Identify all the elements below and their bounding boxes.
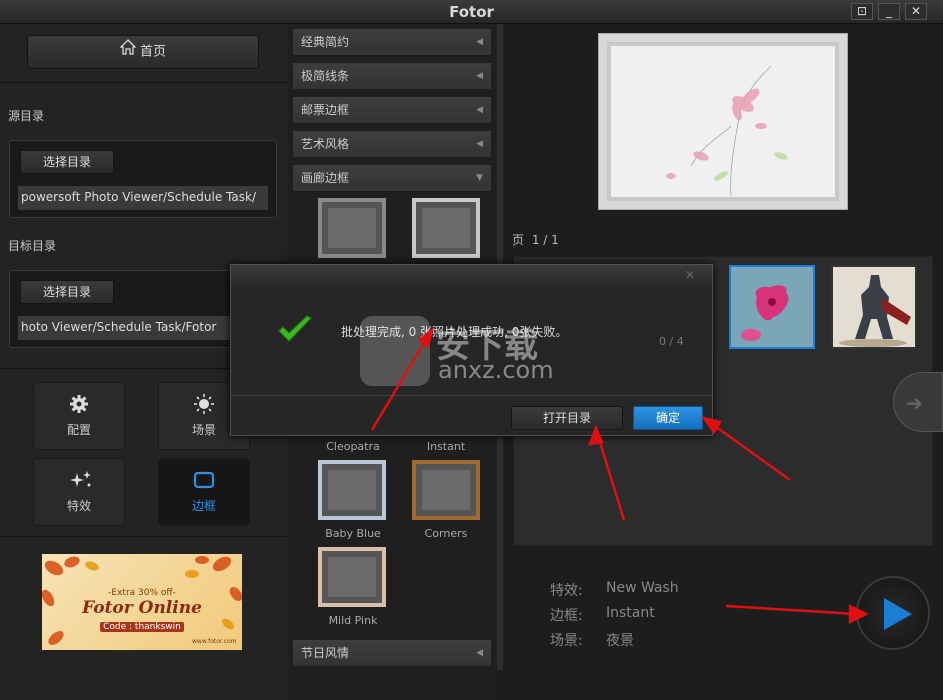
scene-value: 夜景: [606, 633, 634, 649]
dialog-close-icon[interactable]: ✕: [685, 268, 695, 282]
open-directory-button[interactable]: 打开目录: [511, 406, 623, 430]
promo-site: www.fotor.com: [192, 638, 237, 645]
category-label: 经典简约: [301, 35, 350, 49]
frame-name-corners: Corners: [424, 527, 468, 540]
close-button[interactable]: ✕: [905, 3, 927, 20]
target-select-button[interactable]: 选择目录: [20, 280, 114, 304]
dialog-progress: 0 / 4: [659, 335, 684, 348]
minimize-button[interactable]: _: [878, 3, 900, 20]
app-title: Fotor: [449, 3, 494, 21]
home-label: 首页: [139, 44, 166, 60]
target-dir-label: 目标目录: [8, 239, 57, 253]
category-label: 邮票边框: [301, 103, 350, 117]
effect-label: 特效:: [550, 583, 583, 599]
frame-name-instant: Instant: [426, 440, 466, 453]
frame-thumb-mildpink[interactable]: [318, 547, 386, 607]
page-label: 页: [512, 233, 525, 247]
frame-name-babyblue: Baby Blue: [325, 527, 381, 540]
frame-thumb-1[interactable]: [318, 198, 386, 258]
frame-thumb-2[interactable]: [412, 198, 480, 258]
page-value: 1 / 1: [531, 233, 559, 247]
photo-thumb-2[interactable]: [729, 265, 815, 349]
promo-line1: -Extra 30% off-: [108, 588, 176, 598]
checkmark-icon: [277, 315, 313, 348]
photo-thumb-3[interactable]: [831, 265, 917, 349]
category-gallery[interactable]: 画廊边框 ▼: [292, 164, 492, 192]
category-label: 艺术风格: [301, 137, 350, 151]
effects-label: 特效: [66, 499, 91, 513]
category-art[interactable]: 艺术风格 ◀: [292, 130, 492, 158]
source-dir-box: 选择目录 powersoft Photo Viewer/Schedule Tas…: [9, 140, 277, 218]
arrow-down-icon: ▼: [476, 173, 483, 183]
config-label: 配置: [66, 423, 91, 437]
frame-name-cleopatra: Cleopatra: [326, 440, 380, 453]
watermark-logo-icon: [360, 316, 430, 386]
summary-effect: 特效: New Wash: [550, 580, 679, 600]
source-path-field[interactable]: powersoft Photo Viewer/Schedule Task/: [18, 186, 268, 210]
arrow-left-icon: ◀: [476, 105, 483, 115]
page-indicator: 页 1 / 1: [512, 231, 559, 248]
ok-button[interactable]: 确定: [633, 406, 703, 430]
frame-thumb-corners[interactable]: [412, 460, 480, 520]
category-label: 极简线条: [301, 69, 350, 83]
home-icon: [119, 36, 137, 68]
category-classic[interactable]: 经典简约 ◀: [292, 28, 492, 56]
category-stamp[interactable]: 邮票边框 ◀: [292, 96, 492, 124]
start-button[interactable]: [856, 576, 930, 650]
play-icon: [880, 596, 914, 635]
home-button[interactable]: 首页: [27, 35, 259, 69]
title-bar: Fotor ⊡ _ ✕: [0, 0, 943, 24]
category-festival[interactable]: 节日风情 ◀: [292, 639, 492, 667]
dialog-titlebar: [231, 265, 712, 287]
promo-code: Code : thankswin: [100, 622, 184, 632]
frame-label: 边框: [191, 499, 216, 513]
sparkle-icon: [68, 469, 91, 491]
frame-thumb-babyblue[interactable]: [318, 460, 386, 520]
arrow-right-icon: ➔: [906, 391, 923, 415]
frame-name-mildpink: Mild Pink: [328, 614, 378, 627]
summary-frame: 边框: Instant: [550, 605, 655, 625]
category-label: 节日风情: [301, 646, 350, 660]
category-minimal[interactable]: 极简线条 ◀: [292, 62, 492, 90]
source-select-button[interactable]: 选择目录: [20, 150, 114, 174]
config-tile[interactable]: 配置: [33, 382, 125, 450]
gear-icon: [68, 393, 90, 415]
effect-value: New Wash: [606, 580, 679, 596]
promo-banner[interactable]: -Extra 30% off- Fotor Online Code : than…: [42, 554, 242, 650]
sun-icon: [193, 393, 215, 415]
arrow-left-icon: ◀: [476, 71, 483, 81]
restore-button[interactable]: ⊡: [851, 3, 873, 20]
frame-tile[interactable]: 边框: [158, 458, 250, 526]
arrow-left-icon: ◀: [476, 37, 483, 47]
scene-label-text: 场景:: [550, 633, 583, 649]
watermark-url: anxz.com: [438, 356, 554, 384]
frame-value: Instant: [606, 605, 655, 621]
frame-label-text: 边框:: [550, 608, 583, 624]
preview-image: [598, 33, 848, 210]
effects-tile[interactable]: 特效: [33, 458, 125, 526]
arrow-left-icon: ◀: [476, 139, 483, 149]
category-label: 画廊边框: [301, 171, 350, 185]
frame-icon: [193, 469, 215, 491]
source-dir-label: 源目录: [8, 109, 45, 123]
arrow-left-icon: ◀: [476, 648, 483, 658]
summary-scene: 场景: 夜景: [550, 630, 634, 650]
promo-line2: Fotor Online: [82, 598, 202, 618]
